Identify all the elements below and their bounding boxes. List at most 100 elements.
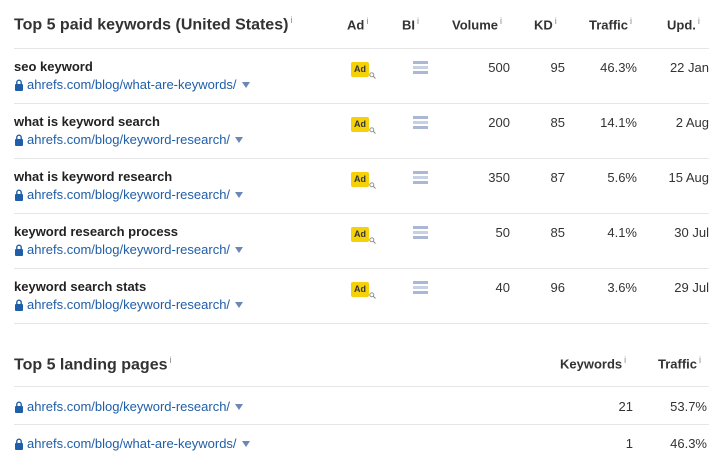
ad-badge[interactable]: Ad (351, 117, 379, 137)
keyword-text: keyword research process (14, 224, 179, 239)
traffic-value: 46.3% (600, 60, 637, 75)
chevron-down-icon[interactable] (235, 403, 244, 410)
table-row: keyword research process ahrefs.com/blog/… (0, 214, 719, 269)
info-icon[interactable]: i (630, 16, 632, 26)
volume-value: 50 (495, 225, 510, 240)
list-icon[interactable] (413, 281, 428, 294)
keyword-text: what is keyword search (14, 114, 160, 129)
url-link[interactable]: ahrefs.com/blog/keyword-research/ (27, 242, 230, 257)
url-link-row[interactable]: ahrefs.com/blog/what-are-keywords/ (14, 436, 250, 451)
lock-icon (15, 244, 23, 256)
keywords-count: 21 (618, 399, 633, 414)
magnifier-icon (369, 182, 376, 189)
info-icon[interactable]: i (170, 355, 172, 365)
updated-value: 30 Jul (674, 225, 709, 240)
chevron-down-icon[interactable] (235, 136, 244, 143)
url-link[interactable]: ahrefs.com/blog/what-are-keywords/ (27, 436, 237, 451)
volume-value: 350 (488, 170, 510, 185)
chevron-down-icon[interactable] (235, 191, 244, 198)
url-link-row[interactable]: ahrefs.com/blog/what-are-keywords/ (14, 77, 250, 92)
traffic-value: 46.3% (670, 436, 707, 451)
keyword-text: what is keyword research (14, 169, 173, 184)
url-link-row[interactable]: ahrefs.com/blog/keyword-research/ (14, 399, 244, 414)
ad-label: Ad (351, 117, 369, 132)
landing-pages-title: Top 5 landing pages i (14, 355, 172, 374)
paid-keywords-title: Top 5 paid keywords (United States) i (14, 15, 293, 34)
column-header-keywords[interactable]: Keywords i (560, 355, 626, 371)
list-icon[interactable] (413, 171, 428, 184)
column-header-updated[interactable]: Upd. i (667, 16, 700, 32)
info-icon[interactable]: i (366, 16, 368, 26)
table-row: what is keyword research ahrefs.com/blog/… (0, 159, 719, 214)
ad-label: Ad (351, 172, 369, 187)
kd-value: 96 (550, 280, 565, 295)
info-icon[interactable]: i (624, 355, 626, 365)
chevron-down-icon[interactable] (235, 301, 244, 308)
column-header-traffic[interactable]: Traffic i (589, 16, 632, 32)
url-link[interactable]: ahrefs.com/blog/keyword-research/ (27, 132, 230, 147)
url-link-row[interactable]: ahrefs.com/blog/keyword-research/ (14, 132, 244, 147)
info-icon[interactable]: i (555, 16, 557, 26)
volume-value: 500 (488, 60, 510, 75)
url-link[interactable]: ahrefs.com/blog/what-are-keywords/ (27, 77, 237, 92)
lock-icon (15, 189, 23, 201)
chevron-down-icon[interactable] (241, 440, 250, 447)
chevron-down-icon[interactable] (241, 81, 250, 88)
ad-label: Ad (351, 62, 369, 77)
url-link[interactable]: ahrefs.com/blog/keyword-research/ (27, 297, 230, 312)
keyword-text: seo keyword (14, 59, 93, 74)
magnifier-icon (369, 127, 376, 134)
volume-value: 200 (488, 115, 510, 130)
url-link[interactable]: ahrefs.com/blog/keyword-research/ (27, 187, 230, 202)
column-header-bl[interactable]: BI i (402, 16, 419, 32)
kd-value: 87 (550, 170, 565, 185)
ad-label: Ad (351, 227, 369, 242)
lock-icon (15, 401, 23, 413)
table-row: what is keyword search ahrefs.com/blog/ke… (0, 104, 719, 159)
updated-value: 15 Aug (668, 170, 710, 185)
ad-badge[interactable]: Ad (351, 282, 379, 302)
info-icon[interactable]: i (699, 355, 701, 365)
column-header-kd[interactable]: KD i (534, 16, 557, 32)
table-row: ahrefs.com/blog/what-are-keywords/1 46.3% (0, 424, 719, 461)
ad-badge[interactable]: Ad (351, 172, 379, 192)
traffic-value: 3.6% (607, 280, 637, 295)
chevron-down-icon[interactable] (235, 246, 244, 253)
column-header-ad[interactable]: Ad i (347, 16, 368, 32)
url-link-row[interactable]: ahrefs.com/blog/keyword-research/ (14, 187, 244, 202)
ad-label: Ad (351, 282, 369, 297)
info-icon[interactable]: i (417, 16, 419, 26)
info-icon[interactable]: i (698, 16, 700, 26)
magnifier-icon (369, 72, 376, 79)
traffic-value: 14.1% (600, 115, 637, 130)
info-icon[interactable]: i (290, 15, 292, 25)
kd-value: 85 (550, 225, 565, 240)
lock-icon (15, 134, 23, 146)
table-row: keyword search stats ahrefs.com/blog/keyw… (0, 269, 719, 324)
ad-badge[interactable]: Ad (351, 62, 379, 82)
updated-value: 29 Jul (674, 280, 709, 295)
kd-value: 95 (550, 60, 565, 75)
kd-value: 85 (550, 115, 565, 130)
magnifier-icon (369, 237, 376, 244)
url-link-row[interactable]: ahrefs.com/blog/keyword-research/ (14, 242, 244, 257)
keywords-count: 1 (625, 436, 633, 451)
volume-value: 40 (495, 280, 510, 295)
column-header-volume[interactable]: Volume i (452, 16, 502, 32)
column-header-lp-traffic[interactable]: Traffic i (658, 355, 701, 371)
magnifier-icon (369, 292, 376, 299)
traffic-value: 53.7% (670, 399, 707, 414)
updated-value: 2 Aug (675, 115, 709, 130)
url-link-row[interactable]: ahrefs.com/blog/keyword-research/ (14, 297, 244, 312)
url-link[interactable]: ahrefs.com/blog/keyword-research/ (27, 399, 230, 414)
keyword-text: keyword search stats (14, 279, 147, 294)
info-icon[interactable]: i (500, 16, 502, 26)
lock-icon (15, 438, 23, 450)
list-icon[interactable] (413, 226, 428, 239)
lock-icon (15, 299, 23, 311)
updated-value: 22 Jan (669, 60, 709, 75)
list-icon[interactable] (413, 61, 428, 74)
list-icon[interactable] (413, 116, 428, 129)
ad-badge[interactable]: Ad (351, 227, 379, 247)
lock-icon (15, 79, 23, 91)
